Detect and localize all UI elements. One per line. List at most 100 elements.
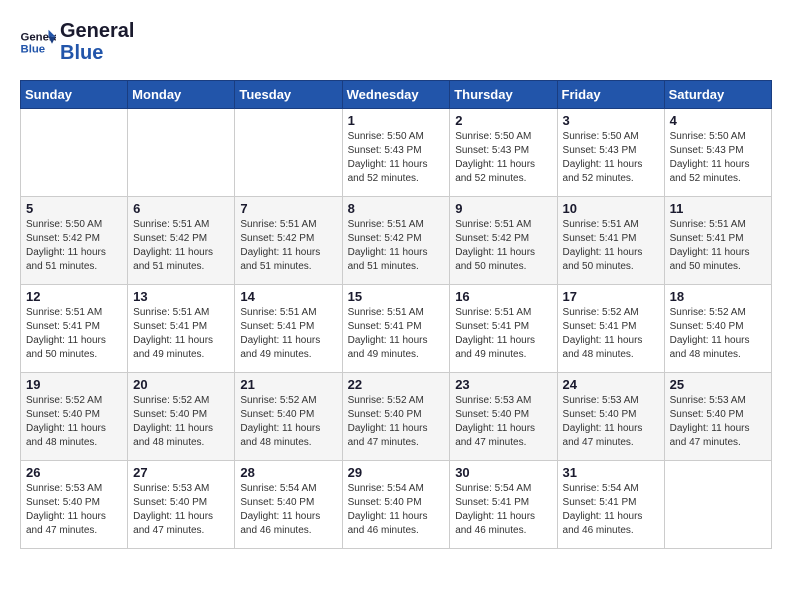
empty-cell <box>235 109 342 197</box>
day-cell-18: 18 Sunrise: 5:52 AM Sunset: 5:40 PM Dayli… <box>664 285 771 373</box>
week-row-1: 1 Sunrise: 5:50 AM Sunset: 5:43 PM Daylig… <box>21 109 772 197</box>
day-info: Sunrise: 5:53 AM Sunset: 5:40 PM Dayligh… <box>26 482 122 538</box>
logo: General Blue General Blue <box>20 20 134 64</box>
day-cell-1: 1Sunrise: 5:50 AM Sunset: 5:43 PM Daylig… <box>342 109 450 197</box>
day-info: Sunrise: 5:53 AM Sunset: 5:40 PM Dayligh… <box>455 394 551 450</box>
weekday-header-friday: Friday <box>557 81 664 109</box>
day-cell-14: 14 Sunrise: 5:51 AM Sunset: 5:41 PM Dayli… <box>235 285 342 373</box>
day-number: 5 <box>26 201 122 216</box>
weekday-header-monday: Monday <box>128 81 235 109</box>
logo-icon: General Blue <box>20 28 56 56</box>
day-cell-13: 13Sunrise: 5:51 AM Sunset: 5:41 PM Dayli… <box>128 285 235 373</box>
day-cell-9: 9Sunrise: 5:51 AM Sunset: 5:42 PM Daylig… <box>450 197 557 285</box>
day-number: 21 <box>240 377 336 392</box>
calendar-table: SundayMondayTuesdayWednesdayThursdayFrid… <box>20 80 772 549</box>
day-number: 31 <box>563 465 659 480</box>
day-number: 17 <box>563 289 659 304</box>
day-cell-2: 2 Sunrise: 5:50 AM Sunset: 5:43 PM Daylig… <box>450 109 557 197</box>
week-row-5: 26 Sunrise: 5:53 AM Sunset: 5:40 PM Dayli… <box>21 461 772 549</box>
day-cell-23: 23 Sunrise: 5:53 AM Sunset: 5:40 PM Dayli… <box>450 373 557 461</box>
day-number: 24 <box>563 377 659 392</box>
weekday-header-row: SundayMondayTuesdayWednesdayThursdayFrid… <box>21 81 772 109</box>
day-number: 18 <box>670 289 766 304</box>
day-info: Sunrise: 5:51 AM Sunset: 5:41 PM Dayligh… <box>240 306 336 362</box>
day-number: 11 <box>670 201 766 216</box>
day-info: Sunrise: 5:53 AM Sunset: 5:40 PM Dayligh… <box>670 394 766 450</box>
day-info: Sunrise: 5:54 AM Sunset: 5:41 PM Dayligh… <box>563 482 659 538</box>
day-cell-21: 21 Sunrise: 5:52 AM Sunset: 5:40 PM Dayli… <box>235 373 342 461</box>
day-cell-5: 5 Sunrise: 5:50 AM Sunset: 5:42 PM Daylig… <box>21 197 128 285</box>
day-number: 15 <box>348 289 445 304</box>
day-number: 27 <box>133 465 229 480</box>
day-info: Sunrise: 5:52 AM Sunset: 5:40 PM Dayligh… <box>26 394 122 450</box>
day-info: Sunrise: 5:52 AM Sunset: 5:40 PM Dayligh… <box>348 394 445 450</box>
day-info: Sunrise: 5:51 AM Sunset: 5:41 PM Dayligh… <box>26 306 122 362</box>
empty-cell <box>21 109 128 197</box>
day-number: 20 <box>133 377 229 392</box>
day-number: 25 <box>670 377 766 392</box>
day-cell-19: 19Sunrise: 5:52 AM Sunset: 5:40 PM Dayli… <box>21 373 128 461</box>
day-cell-8: 8 Sunrise: 5:51 AM Sunset: 5:42 PM Daylig… <box>342 197 450 285</box>
day-cell-10: 10 Sunrise: 5:51 AM Sunset: 5:41 PM Dayli… <box>557 197 664 285</box>
svg-text:Blue: Blue <box>21 44 46 56</box>
weekday-header-wednesday: Wednesday <box>342 81 450 109</box>
day-number: 10 <box>563 201 659 216</box>
day-cell-16: 16 Sunrise: 5:51 AM Sunset: 5:41 PM Dayli… <box>450 285 557 373</box>
day-info: Sunrise: 5:53 AM Sunset: 5:40 PM Dayligh… <box>563 394 659 450</box>
day-info: Sunrise: 5:52 AM Sunset: 5:40 PM Dayligh… <box>133 394 229 450</box>
day-number: 7 <box>240 201 336 216</box>
logo-text: General Blue <box>60 20 134 64</box>
day-number: 26 <box>26 465 122 480</box>
day-cell-12: 12 Sunrise: 5:51 AM Sunset: 5:41 PM Dayli… <box>21 285 128 373</box>
day-number: 22 <box>348 377 445 392</box>
day-cell-25: 25 Sunrise: 5:53 AM Sunset: 5:40 PM Dayli… <box>664 373 771 461</box>
day-info: Sunrise: 5:51 AM Sunset: 5:42 PM Dayligh… <box>348 218 445 274</box>
day-cell-3: 3Sunrise: 5:50 AM Sunset: 5:43 PM Daylig… <box>557 109 664 197</box>
day-number: 3 <box>563 113 659 128</box>
week-row-3: 12 Sunrise: 5:51 AM Sunset: 5:41 PM Dayli… <box>21 285 772 373</box>
day-info: Sunrise: 5:51 AM Sunset: 5:41 PM Dayligh… <box>455 306 551 362</box>
day-cell-28: 28 Sunrise: 5:54 AM Sunset: 5:40 PM Dayli… <box>235 461 342 549</box>
week-row-4: 19Sunrise: 5:52 AM Sunset: 5:40 PM Dayli… <box>21 373 772 461</box>
day-number: 29 <box>348 465 445 480</box>
day-info: Sunrise: 5:54 AM Sunset: 5:40 PM Dayligh… <box>240 482 336 538</box>
day-number: 23 <box>455 377 551 392</box>
day-number: 12 <box>26 289 122 304</box>
day-cell-26: 26 Sunrise: 5:53 AM Sunset: 5:40 PM Dayli… <box>21 461 128 549</box>
day-number: 2 <box>455 113 551 128</box>
day-info: Sunrise: 5:53 AM Sunset: 5:40 PM Dayligh… <box>133 482 229 538</box>
day-info: Sunrise: 5:50 AM Sunset: 5:43 PM Dayligh… <box>670 130 766 186</box>
day-info: Sunrise: 5:50 AM Sunset: 5:43 PM Dayligh… <box>455 130 551 186</box>
day-number: 16 <box>455 289 551 304</box>
day-cell-20: 20 Sunrise: 5:52 AM Sunset: 5:40 PM Dayli… <box>128 373 235 461</box>
day-info: Sunrise: 5:52 AM Sunset: 5:41 PM Dayligh… <box>563 306 659 362</box>
day-cell-11: 11 Sunrise: 5:51 AM Sunset: 5:41 PM Dayli… <box>664 197 771 285</box>
day-number: 8 <box>348 201 445 216</box>
day-info: Sunrise: 5:50 AM Sunset: 5:42 PM Dayligh… <box>26 218 122 274</box>
day-info: Sunrise: 5:52 AM Sunset: 5:40 PM Dayligh… <box>670 306 766 362</box>
day-cell-27: 27 Sunrise: 5:53 AM Sunset: 5:40 PM Dayli… <box>128 461 235 549</box>
empty-cell <box>128 109 235 197</box>
day-info: Sunrise: 5:51 AM Sunset: 5:41 PM Dayligh… <box>133 306 229 362</box>
day-info: Sunrise: 5:51 AM Sunset: 5:42 PM Dayligh… <box>133 218 229 274</box>
day-info: Sunrise: 5:51 AM Sunset: 5:42 PM Dayligh… <box>240 218 336 274</box>
weekday-header-sunday: Sunday <box>21 81 128 109</box>
page-header: General Blue General Blue <box>20 20 772 64</box>
weekday-header-tuesday: Tuesday <box>235 81 342 109</box>
weekday-header-thursday: Thursday <box>450 81 557 109</box>
day-number: 14 <box>240 289 336 304</box>
day-info: Sunrise: 5:51 AM Sunset: 5:41 PM Dayligh… <box>348 306 445 362</box>
day-info: Sunrise: 5:52 AM Sunset: 5:40 PM Dayligh… <box>240 394 336 450</box>
day-cell-29: 29Sunrise: 5:54 AM Sunset: 5:40 PM Dayli… <box>342 461 450 549</box>
day-info: Sunrise: 5:54 AM Sunset: 5:41 PM Dayligh… <box>455 482 551 538</box>
day-number: 28 <box>240 465 336 480</box>
weekday-header-saturday: Saturday <box>664 81 771 109</box>
day-cell-7: 7 Sunrise: 5:51 AM Sunset: 5:42 PM Daylig… <box>235 197 342 285</box>
day-cell-6: 6Sunrise: 5:51 AM Sunset: 5:42 PM Daylig… <box>128 197 235 285</box>
day-info: Sunrise: 5:51 AM Sunset: 5:41 PM Dayligh… <box>670 218 766 274</box>
day-info: Sunrise: 5:51 AM Sunset: 5:41 PM Dayligh… <box>563 218 659 274</box>
day-cell-17: 17 Sunrise: 5:52 AM Sunset: 5:41 PM Dayli… <box>557 285 664 373</box>
day-number: 30 <box>455 465 551 480</box>
day-number: 1 <box>348 113 445 128</box>
empty-cell <box>664 461 771 549</box>
